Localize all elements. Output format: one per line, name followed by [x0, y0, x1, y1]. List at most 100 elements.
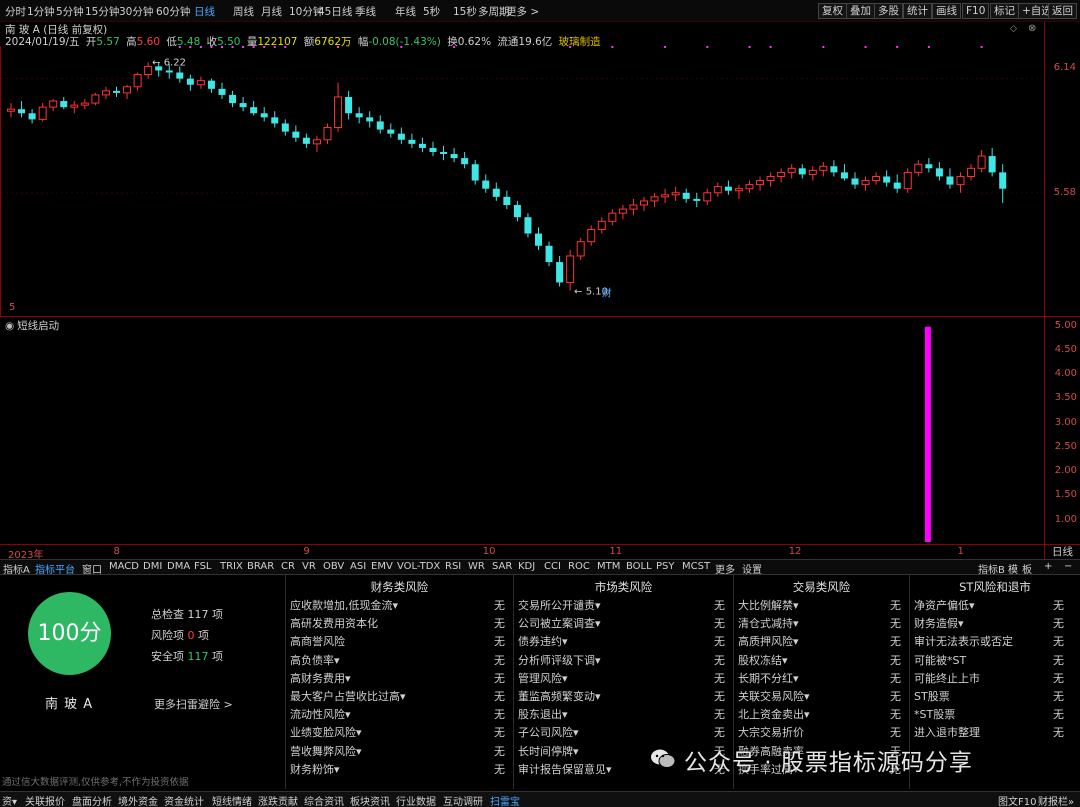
bottom-right-0[interactable]: 图文F10: [998, 793, 1036, 807]
indicator-tab-8[interactable]: BRAR: [247, 561, 274, 572]
bottom-tab-0[interactable]: 资▾: [2, 793, 17, 807]
indicator-tab-0[interactable]: 指标A: [3, 561, 30, 576]
risk-item[interactable]: 分析师评级下调▾: [518, 652, 601, 668]
period-tab-12[interactable]: 年线: [395, 4, 416, 19]
period-tab-2[interactable]: 5分钟: [56, 4, 84, 19]
indicator-tab-2[interactable]: 窗口: [82, 561, 102, 576]
risk-item[interactable]: 高财务费用▾: [290, 670, 351, 686]
risk-item[interactable]: 应收款增加,低现金流▾: [290, 597, 398, 613]
indicator-tab-4[interactable]: DMI: [143, 561, 162, 572]
indicator-tab-25[interactable]: 更多: [715, 561, 735, 576]
risk-item[interactable]: 股东退出▾: [518, 706, 568, 722]
period-tab-1[interactable]: 1分钟: [27, 4, 55, 19]
risk-item[interactable]: 财务造假▾: [914, 615, 964, 631]
bottom-tab-9[interactable]: 行业数据: [396, 793, 436, 807]
tool-button-6[interactable]: 标记: [990, 3, 1019, 19]
tool-button-4[interactable]: 画线: [932, 3, 961, 19]
risk-item[interactable]: 高商誉风险: [290, 633, 345, 649]
tool-button-2[interactable]: 多股: [874, 3, 903, 19]
risk-item[interactable]: 审计无法表示或否定: [914, 633, 1013, 649]
risk-item[interactable]: 股权冻结▾: [738, 652, 788, 668]
bottom-tab-8[interactable]: 板块资讯: [350, 793, 390, 807]
bottom-tab-6[interactable]: 涨跌贡献: [258, 793, 298, 807]
indicator-tab-22[interactable]: BOLL: [626, 561, 652, 572]
indicator-tab-20[interactable]: ROC: [568, 561, 590, 572]
bottom-tab-10[interactable]: 互动调研: [443, 793, 483, 807]
risk-item[interactable]: 董监高频繁变动▾: [518, 688, 601, 704]
bottom-tab-5[interactable]: 短线情绪: [212, 793, 252, 807]
risk-item[interactable]: 公司被立案调查▾: [518, 615, 601, 631]
indicator-tab-18[interactable]: KDJ: [518, 561, 535, 572]
indicator-tab-26[interactable]: 设置: [742, 561, 762, 576]
indicator-tab-23[interactable]: PSY: [656, 561, 675, 572]
period-tab-16[interactable]: 更多 >: [506, 4, 539, 19]
tool-button-0[interactable]: 复权: [818, 3, 847, 19]
indicator-tab-14[interactable]: VOL-TDX: [397, 561, 440, 572]
indicator-tab-9[interactable]: CR: [281, 561, 295, 572]
chart-close-icon[interactable]: ⊗: [1028, 23, 1036, 34]
risk-item[interactable]: 债券违约▾: [518, 633, 568, 649]
indicator-tab-17[interactable]: SAR: [492, 561, 512, 572]
tool-button-8[interactable]: 返回: [1048, 3, 1077, 19]
indicator-tab-7[interactable]: TRIX: [220, 561, 243, 572]
indicator-chart[interactable]: [0, 316, 1044, 544]
indicator-right-0[interactable]: 指标B: [978, 561, 1005, 576]
indicator-tab-21[interactable]: MTM: [597, 561, 620, 572]
period-tab-3[interactable]: 15分钟: [85, 4, 119, 19]
bottom-tab-2[interactable]: 盘面分析: [72, 793, 112, 807]
bottom-tab-3[interactable]: 境外资金: [118, 793, 158, 807]
risk-item[interactable]: 进入退市整理: [914, 724, 980, 740]
risk-item[interactable]: 大宗交易折价: [738, 724, 804, 740]
period-tab-10[interactable]: 45日线: [318, 4, 352, 19]
indicator-tab-3[interactable]: MACD: [109, 561, 139, 572]
risk-item[interactable]: 高质押风险▾: [738, 633, 799, 649]
risk-item[interactable]: 大比例解禁▾: [738, 597, 799, 613]
tool-button-5[interactable]: F10: [962, 3, 990, 19]
indicator-tab-19[interactable]: CCI: [544, 561, 561, 572]
indicator-tab-11[interactable]: OBV: [323, 561, 344, 572]
risk-item[interactable]: 净资产偏低▾: [914, 597, 975, 613]
risk-item[interactable]: ST股票: [914, 688, 950, 704]
risk-item[interactable]: 审计报告保留意见▾: [518, 761, 612, 777]
indicator-tab-16[interactable]: WR: [468, 561, 485, 572]
indicator-right-1[interactable]: 模: [1008, 561, 1018, 576]
indicator-right-4[interactable]: −: [1064, 561, 1072, 572]
tool-button-1[interactable]: 叠加: [846, 3, 875, 19]
bottom-tab-7[interactable]: 综合资讯: [304, 793, 344, 807]
risk-item[interactable]: 营收舞弊风险▾: [290, 743, 362, 759]
risk-item[interactable]: 可能被*ST: [914, 652, 966, 668]
risk-item[interactable]: 子公司风险▾: [518, 724, 579, 740]
indicator-tab-15[interactable]: RSI: [445, 561, 461, 572]
indicator-collapse-icon[interactable]: ◉: [5, 320, 14, 332]
bottom-tab-11[interactable]: 扫雷宝: [490, 793, 520, 807]
period-tab-7[interactable]: 周线: [233, 4, 254, 19]
risk-item[interactable]: 清仓式减持▾: [738, 615, 799, 631]
indicator-right-2[interactable]: 板: [1022, 561, 1032, 576]
indicator-tab-24[interactable]: MCST: [682, 561, 710, 572]
period-tab-11[interactable]: 季线: [355, 4, 376, 19]
bottom-tab-4[interactable]: 资金统计: [164, 793, 204, 807]
risk-item[interactable]: *ST股票: [914, 706, 955, 722]
bottom-right-1[interactable]: 财报栏»: [1038, 793, 1074, 807]
period-tab-14[interactable]: 15秒: [453, 4, 477, 19]
tool-button-3[interactable]: 统计: [903, 3, 932, 19]
chart-settings-icon[interactable]: ◇: [1010, 24, 1017, 34]
indicator-tab-13[interactable]: EMV: [371, 561, 393, 572]
risk-item[interactable]: 交易所公开谴责▾: [518, 597, 601, 613]
period-tab-6[interactable]: 日线: [194, 4, 215, 19]
period-tab-15[interactable]: 多周期: [478, 4, 510, 19]
day-line-label[interactable]: 日线: [1044, 544, 1080, 559]
bottom-tab-1[interactable]: 关联报价: [25, 793, 65, 807]
risk-item[interactable]: 流动性风险▾: [290, 706, 351, 722]
indicator-tab-10[interactable]: VR: [302, 561, 316, 572]
risk-item[interactable]: 可能终止上市: [914, 670, 980, 686]
risk-item[interactable]: 长期不分红▾: [738, 670, 799, 686]
indicator-tab-1[interactable]: 指标平台: [35, 561, 75, 576]
finance-marker[interactable]: 财: [602, 287, 612, 300]
indicator-tab-12[interactable]: ASI: [350, 561, 366, 572]
period-tab-4[interactable]: 30分钟: [119, 4, 153, 19]
period-tab-8[interactable]: 月线: [261, 4, 282, 19]
more-scan-link[interactable]: 更多扫雷避险 >: [154, 696, 233, 712]
risk-item[interactable]: 高研发费用资本化: [290, 615, 378, 631]
indicator-right-3[interactable]: +: [1044, 561, 1052, 572]
